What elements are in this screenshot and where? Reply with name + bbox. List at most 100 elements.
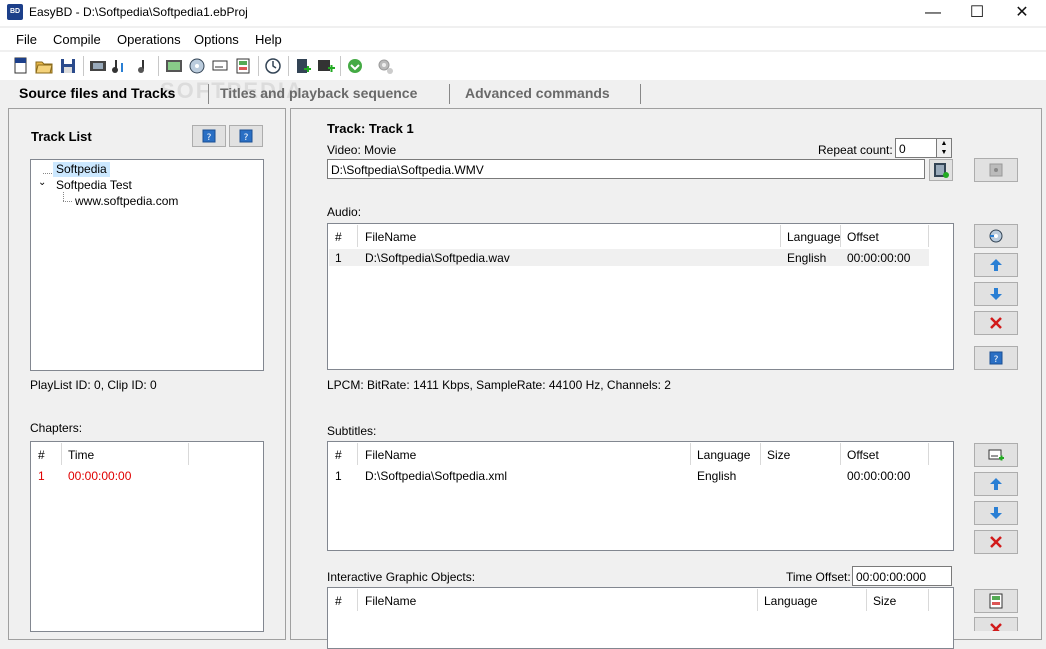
- move-subtitle-down-button[interactable]: [974, 501, 1018, 525]
- subtitles-header-size: Size: [767, 448, 791, 462]
- menu-file[interactable]: File: [16, 32, 37, 47]
- disc-icon[interactable]: [188, 57, 206, 75]
- minimize-button[interactable]: —: [910, 0, 956, 26]
- spin-down-icon[interactable]: ▼: [937, 148, 951, 157]
- subtitle-row-language[interactable]: English: [697, 469, 736, 483]
- properties-icon: ?: [239, 129, 253, 143]
- tab-divider: [640, 84, 641, 104]
- igo-header-size: Size: [873, 594, 897, 608]
- tab-titles-and-playback[interactable]: Titles and playback sequence: [220, 81, 417, 105]
- time-offset-input[interactable]: 00:00:00:000: [852, 566, 952, 586]
- app-icon: BD: [7, 4, 23, 20]
- add-audio-button[interactable]: [974, 224, 1018, 248]
- audio-properties-button[interactable]: ?: [974, 346, 1018, 370]
- column-divider: [61, 443, 62, 465]
- compile-icon[interactable]: [294, 57, 312, 75]
- tab-source-files-and-tracks[interactable]: Source files and Tracks: [19, 81, 175, 105]
- film-list-icon[interactable]: [165, 57, 183, 75]
- browse-video-button[interactable]: [929, 159, 953, 181]
- delete-graphic-object-button[interactable]: [974, 617, 1018, 631]
- svg-text:?: ?: [207, 133, 212, 143]
- igo-table[interactable]: [327, 587, 954, 649]
- disabled-properties-icon: [989, 163, 1003, 177]
- track-list-title: Track List: [31, 129, 92, 144]
- track-properties-button[interactable]: ?: [192, 125, 226, 147]
- toolbar-separator: [288, 56, 289, 76]
- column-divider: [760, 443, 761, 465]
- chapter-row-time[interactable]: 00:00:00:00: [68, 469, 131, 483]
- move-audio-up-button[interactable]: [974, 253, 1018, 277]
- column-divider: [188, 443, 189, 465]
- track-info-button[interactable]: ?: [229, 125, 263, 147]
- chevron-down-icon[interactable]: ⌄: [38, 177, 46, 188]
- toolbar-separator: [258, 56, 259, 76]
- delete-subtitle-button[interactable]: [974, 530, 1018, 554]
- column-divider: [866, 589, 867, 611]
- subtitle-row-number[interactable]: 1: [335, 469, 342, 483]
- column-divider: [357, 225, 358, 247]
- compile-all-icon[interactable]: [317, 57, 335, 75]
- film-icon[interactable]: [89, 57, 107, 75]
- tree-item-www-softpedia-com[interactable]: www.softpedia.com: [75, 194, 178, 208]
- column-divider: [840, 225, 841, 247]
- toolbar-separator: [158, 56, 159, 76]
- window-title: EasyBD - D:\Softpedia\Softpedia1.ebProj: [29, 5, 248, 19]
- subtitles-header-number: #: [335, 448, 342, 462]
- menu-compile[interactable]: Compile: [53, 32, 101, 47]
- chapters-table[interactable]: [30, 441, 264, 632]
- add-audio-icon[interactable]: [111, 57, 129, 75]
- column-divider: [357, 589, 358, 611]
- subtitle-row-offset[interactable]: 00:00:00:00: [847, 469, 910, 483]
- spin-up-icon[interactable]: ▲: [937, 139, 951, 148]
- track-title: Track: Track 1: [327, 121, 414, 136]
- open-folder-icon[interactable]: [35, 57, 53, 75]
- video-properties-button[interactable]: [974, 158, 1018, 182]
- graphics-icon[interactable]: [234, 57, 252, 75]
- tree-item-softpedia-test[interactable]: Softpedia Test: [56, 178, 132, 192]
- repeat-count-input[interactable]: 0: [895, 138, 937, 158]
- new-project-icon[interactable]: [12, 57, 30, 75]
- delete-audio-button[interactable]: [974, 311, 1018, 335]
- video-path-field[interactable]: D:\Softpedia\Softpedia.WMV: [327, 159, 925, 179]
- subtitle-icon[interactable]: [211, 57, 229, 75]
- igo-header-number: #: [335, 594, 342, 608]
- graphics-icon: [989, 593, 1003, 609]
- audio-row-language: English: [787, 251, 827, 265]
- add-subtitle-button[interactable]: [974, 443, 1018, 467]
- menu-operations[interactable]: Operations: [117, 32, 181, 47]
- move-audio-down-button[interactable]: [974, 282, 1018, 306]
- subtitle-row-filename[interactable]: D:\Softpedia\Softpedia.xml: [365, 469, 507, 483]
- tree-connector: [63, 201, 72, 202]
- repeat-count-label: Repeat count:: [818, 143, 893, 157]
- audio-header-filename: FileName: [365, 230, 417, 244]
- igo-label: Interactive Graphic Objects:: [327, 570, 476, 584]
- settings-gear-icon[interactable]: [376, 57, 394, 75]
- tree-item-softpedia[interactable]: Softpedia: [53, 162, 110, 177]
- save-icon[interactable]: [59, 57, 77, 75]
- audio-header-language: Language: [787, 230, 841, 244]
- arrow-up-icon: [990, 259, 1002, 271]
- audio-settings-icon[interactable]: [134, 57, 152, 75]
- menu-help[interactable]: Help: [255, 32, 282, 47]
- column-divider: [757, 589, 758, 611]
- move-subtitle-up-button[interactable]: [974, 472, 1018, 496]
- maximize-button[interactable]: ☐: [954, 0, 1000, 26]
- clock-icon[interactable]: [264, 57, 282, 75]
- right-panel: [290, 108, 1042, 640]
- column-divider: [840, 443, 841, 465]
- delete-x-icon: [990, 536, 1002, 548]
- toolbar-separator: [83, 56, 84, 76]
- audio-table[interactable]: [327, 223, 954, 370]
- subtitles-label: Subtitles:: [327, 424, 377, 438]
- repeat-count-spinner[interactable]: ▲ ▼: [936, 138, 952, 158]
- properties-icon: ?: [202, 129, 216, 143]
- column-divider: [928, 225, 929, 247]
- arrow-down-icon: [990, 288, 1002, 300]
- burn-disc-icon[interactable]: [346, 57, 364, 75]
- chapter-row-number[interactable]: 1: [38, 469, 45, 483]
- close-button[interactable]: ✕: [999, 0, 1045, 26]
- audio-header-offset: Offset: [847, 230, 879, 244]
- tab-advanced-commands[interactable]: Advanced commands: [465, 81, 610, 105]
- menu-options[interactable]: Options: [194, 32, 239, 47]
- add-graphic-object-button[interactable]: [974, 589, 1018, 613]
